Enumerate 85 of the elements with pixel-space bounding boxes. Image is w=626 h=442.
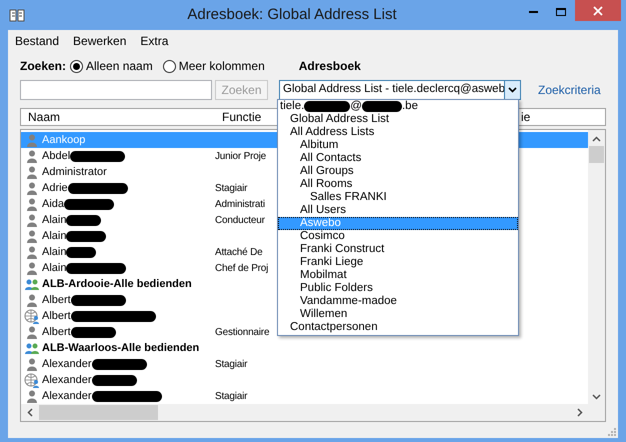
radio-option[interactable]: Alleen naam: [70, 57, 153, 75]
contact-name[interactable]: Adrie: [42, 180, 68, 196]
group-icon: [24, 342, 40, 354]
job-title: Gestionnaire: [215, 326, 270, 340]
dropdown-item[interactable]: Willemen: [278, 308, 518, 321]
contact-name[interactable]: Alain: [42, 212, 66, 228]
book-icon: [9, 8, 25, 22]
job-title: Attaché De: [215, 246, 262, 260]
search-field[interactable]: [20, 80, 212, 100]
dropdown-item[interactable]: Mobilmat: [278, 269, 518, 282]
globe-person-icon: [24, 308, 40, 324]
dropdown-item[interactable]: Franki Liege: [278, 256, 518, 269]
person-icon: [26, 326, 38, 338]
caret-icon: [508, 87, 517, 93]
redaction-mark: [304, 101, 350, 112]
menu-item[interactable]: Extra: [140, 32, 168, 50]
resize-grip-icon[interactable]: [608, 428, 616, 436]
dropdown-item[interactable]: tiele. @ .be: [278, 100, 518, 113]
contact-name[interactable]: Alain: [42, 260, 66, 276]
person-icon: [26, 230, 38, 242]
menu-item[interactable]: Bestand: [15, 32, 60, 50]
redaction-mark: [362, 101, 402, 112]
job-title: Junior Proje: [215, 150, 266, 164]
contact-name[interactable]: ALB-Ardooie-Alle bedienden: [42, 276, 192, 292]
job-title: Chef de Proj: [215, 262, 268, 276]
dropdown-item[interactable]: Contactpersonen: [278, 321, 518, 334]
scrollbar-thumb[interactable]: [589, 146, 604, 163]
scroll-down-icon[interactable]: [592, 394, 601, 400]
addressbook-label: Adresboek: [298, 58, 361, 75]
window-title: Adresboek: Global Address List: [186, 4, 398, 25]
column-header[interactable]: ie: [521, 108, 530, 126]
dropdown-item[interactable]: Albitum: [278, 139, 518, 152]
person-icon: [26, 262, 38, 274]
dropdown-item[interactable]: All Contacts: [278, 152, 518, 165]
dropdown-item[interactable]: All Groups: [278, 165, 518, 178]
dropdown-item[interactable]: All Address Lists: [278, 126, 518, 139]
dropdown-item[interactable]: Salles FRANKI: [278, 191, 518, 204]
dropdown-item[interactable]: Vandamme-madoe: [278, 295, 518, 308]
radio-option[interactable]: Meer kolommen: [162, 57, 265, 75]
contact-name[interactable]: Alain: [42, 244, 66, 260]
contact-name[interactable]: Abdel: [42, 148, 70, 164]
contact-name[interactable]: Administrator: [42, 164, 107, 180]
dropdown-item[interactable]: All Users: [278, 204, 518, 217]
person-icon: [26, 166, 38, 178]
dropdown-item[interactable]: Public Folders: [278, 282, 518, 295]
contact-name[interactable]: Albert: [42, 292, 71, 308]
contact-name[interactable]: Albert: [42, 308, 71, 324]
dropdown-item[interactable]: Cosimco: [278, 230, 518, 243]
person-icon: [26, 150, 38, 162]
close-icon: [593, 6, 603, 16]
job-title: Administrati: [215, 198, 265, 212]
contact-name[interactable]: Alexander: [42, 388, 92, 404]
dropdown-item[interactable]: All Rooms: [278, 178, 518, 191]
group-icon: [24, 278, 40, 290]
job-title: Stagiair: [215, 358, 248, 372]
person-icon: [26, 246, 38, 258]
close-button[interactable]: [575, 0, 621, 21]
scrollbar-thumb[interactable]: [39, 405, 158, 420]
menu-item[interactable]: Bewerken: [73, 32, 126, 50]
column-header[interactable]: Naam: [28, 108, 60, 126]
contact-name[interactable]: Alain: [42, 228, 66, 244]
job-title: Stagiair: [215, 182, 248, 196]
scroll-up-icon[interactable]: [592, 136, 601, 142]
contact-name[interactable]: ALB-Waarloos-Alle bedienden: [42, 340, 200, 356]
search-label: Zoeken:: [20, 58, 66, 75]
search-criteria-link[interactable]: Zoekcriteria: [538, 81, 601, 99]
dropdown-item[interactable]: Franki Construct: [278, 243, 518, 256]
column-header[interactable]: Functie: [222, 108, 262, 126]
person-icon: [26, 198, 38, 210]
job-title: Stagiair: [215, 390, 248, 404]
contact-name[interactable]: Albert: [42, 324, 71, 340]
person-icon: [26, 182, 38, 194]
contact-name[interactable]: Alexander: [42, 356, 92, 372]
person-icon: [26, 214, 38, 226]
contact-name[interactable]: Aida: [42, 196, 64, 212]
contact-name[interactable]: Alexander: [42, 372, 92, 388]
globe-person-icon: [24, 372, 40, 388]
person-icon: [26, 358, 38, 370]
person-icon: [26, 390, 38, 402]
dropdown-item[interactable]: Global Address List: [278, 113, 518, 126]
job-title: Conducteur: [215, 214, 265, 228]
person-icon: [26, 134, 38, 146]
scroll-left-icon[interactable]: [27, 408, 33, 417]
person-icon: [26, 294, 38, 306]
scroll-right-icon[interactable]: [577, 408, 583, 417]
